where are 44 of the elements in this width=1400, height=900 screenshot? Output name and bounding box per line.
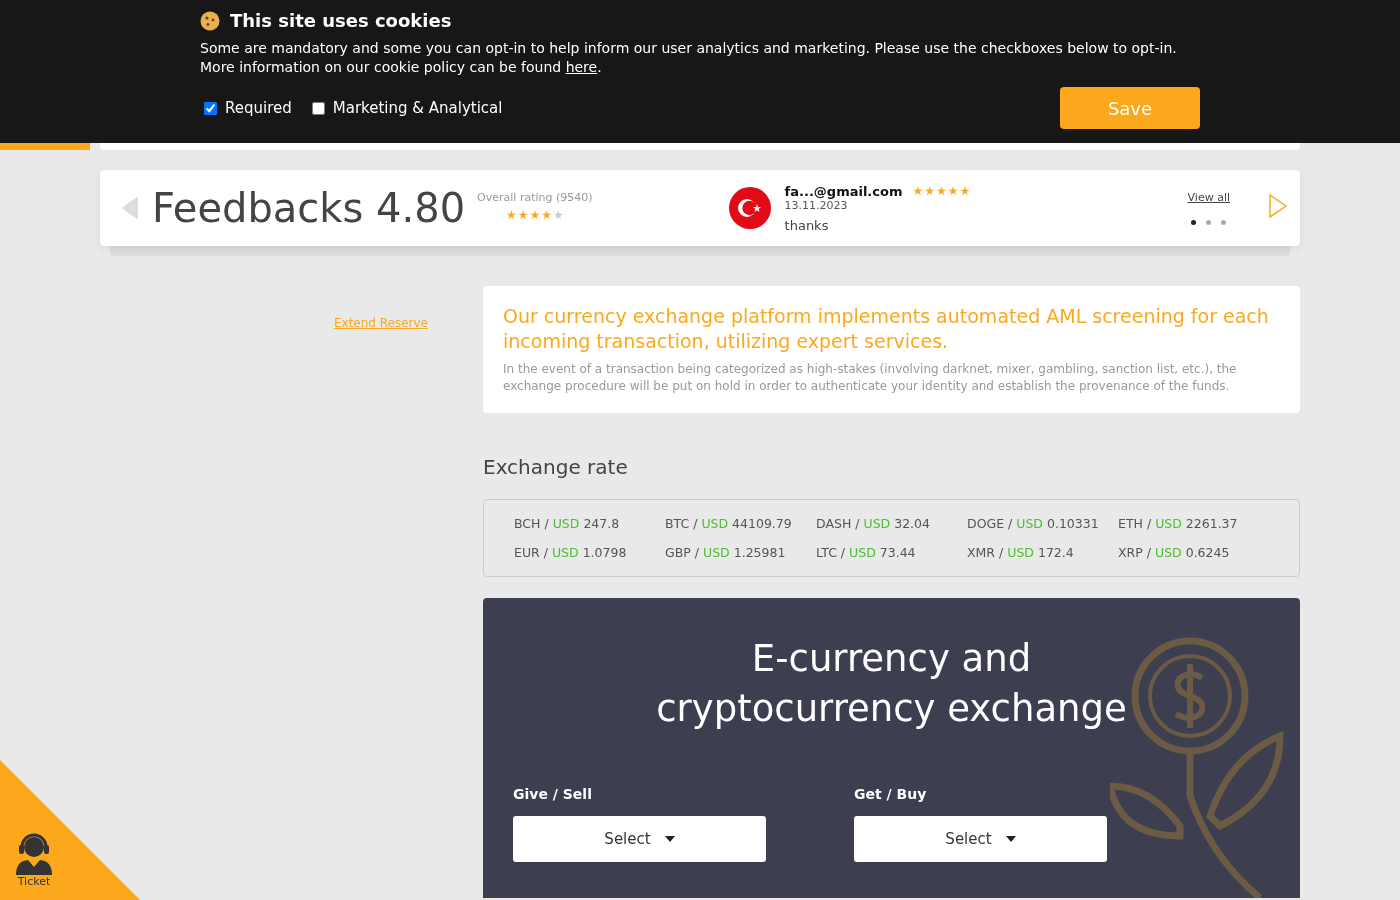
rate-text: DOGE / USD 0.10331 [967,516,1100,531]
field-label: Get / Buy [854,786,927,802]
review-text: thanks [784,217,829,233]
cookie-notice-text: Some are mandatory and some you can opt-in to help inform our user analytics and marketing. Please use the checkboxes below to opt-in. More information on our cookie policy can be found here. [200,39,1178,77]
cookie-title: This site uses cookies [230,10,452,31]
rate-text: ETH / USD 2261.37 [1118,516,1239,531]
review-date: 13.11.2023 [784,198,848,212]
field-label: Give / Sell [513,786,592,802]
ticket-button[interactable]: Ticket [14,833,54,888]
rate-text: XMR / USD 172.4 [967,545,1075,560]
checkbox-label: Marketing & Analytical [332,99,503,117]
pagination-dot[interactable] [1206,220,1212,225]
rate-text: BCH / USD 247.8 [514,516,621,531]
aml-notice-heading: Our currency exchange platform implements automated AML screening for each incoming transaction, utilizing expert services. [503,304,1270,354]
checkbox[interactable] [311,101,325,115]
rate-text: LTC / USD 73.44 [816,545,917,560]
checkbox-label: Required [225,99,292,117]
cookie-policy-link[interactable]: here [565,59,598,75]
star-rating: ★★★★★ [505,207,564,222]
checkbox[interactable] [204,101,217,115]
currency-select[interactable]: Select [854,816,1107,862]
caret-icon [1005,836,1016,842]
aml-notice-text: In the event of a transaction being categorized as high-stakes (involving darknet, mixer, gambling, sanction list, etc.), the exchange procedure will be put on hold in order to authenticate your identity and establish the provenance of the funds. [503,361,1238,395]
rate-text: DASH / USD 32.04 [816,516,931,531]
exchange-rate-title: Exchange rate [483,455,629,479]
exchange-title: E-currency and cryptocurrency exchange [655,636,1128,732]
overall-rating: Overall rating (9540) [477,190,593,204]
currency-select[interactable]: Select [513,816,766,862]
rate-text: BTC / USD 44109.79 [665,516,793,531]
feedbacks-title: Feedbacks 4.80 [152,185,466,231]
rate-text: GBP / USD 1.25981 [665,545,787,560]
rate-text: XRP / USD 0.6245 [1118,545,1231,560]
rate-text: EUR / USD 1.0798 [514,545,628,560]
pagination-dot[interactable] [1221,220,1227,225]
flag-icon [728,187,771,229]
next-arrow-icon[interactable] [1268,193,1288,219]
caret-icon [664,836,675,842]
cookie-icon [200,10,220,31]
pagination-dot[interactable] [1191,220,1197,225]
review-author: fa...@gmail.com [784,183,903,199]
support-agent-icon [14,833,54,875]
previous-arrow-icon[interactable] [120,195,140,221]
view-all-link[interactable]: View all [1187,191,1230,204]
star-rating: ★★★★★ [912,184,971,198]
